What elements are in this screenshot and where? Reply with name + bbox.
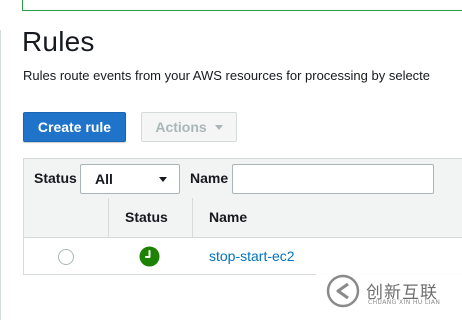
- page-description: Rules route events from your AWS resourc…: [23, 68, 431, 83]
- actions-label: Actions: [155, 119, 207, 135]
- table-header: Status Name: [23, 198, 462, 238]
- name-filter-label: Name: [190, 170, 229, 186]
- create-rule-button[interactable]: Create rule: [23, 112, 126, 142]
- actions-button[interactable]: Actions: [141, 112, 237, 142]
- watermark: 创新互联 CHUANG XIN HU LIAN: [316, 264, 462, 320]
- status-filter-label: Status: [34, 170, 77, 186]
- rule-name-link[interactable]: stop-start-ec2: [209, 248, 295, 264]
- column-header-status[interactable]: Status: [125, 209, 168, 225]
- success-banner: [22, 0, 462, 11]
- create-rule-label: Create rule: [37, 119, 112, 135]
- column-divider: [192, 198, 193, 237]
- page-title: Rules: [22, 26, 95, 57]
- status-filter-value: All: [95, 171, 113, 187]
- chevron-down-icon: [214, 124, 223, 130]
- panel-divider: [0, 30, 1, 320]
- clock-icon: [139, 246, 160, 267]
- watermark-en-text: CHUANG XIN HU LIAN: [368, 299, 441, 306]
- row-select-radio[interactable]: [58, 249, 74, 265]
- status-filter-select[interactable]: All: [80, 164, 180, 194]
- filter-bar: Status All Name: [23, 158, 462, 199]
- name-filter-input[interactable]: [232, 164, 434, 194]
- brand-logo-icon: [326, 274, 360, 308]
- chevron-down-icon: [159, 177, 167, 182]
- column-header-name[interactable]: Name: [209, 209, 247, 225]
- column-divider: [108, 198, 109, 237]
